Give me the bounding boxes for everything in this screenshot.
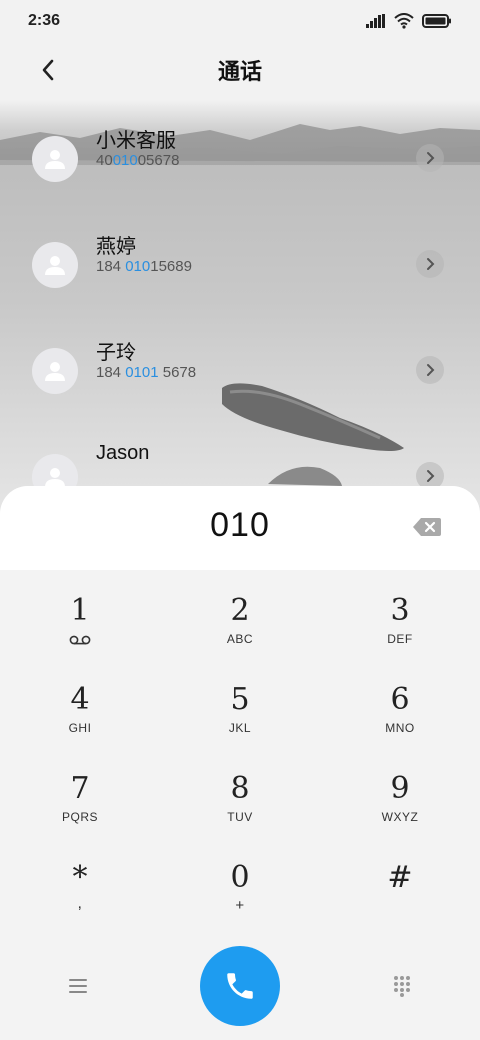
- key-digit: 9: [390, 771, 410, 806]
- key-6[interactable]: 6 MNO: [340, 683, 460, 763]
- key-digit: 3: [390, 593, 410, 628]
- key-digit: 4: [70, 682, 90, 717]
- key-letters: MNO: [385, 721, 415, 735]
- contact-number: 184 01015689: [96, 258, 192, 275]
- chevron-right-icon: [427, 258, 435, 270]
- key-4[interactable]: 4 GHI: [20, 683, 140, 763]
- key-9[interactable]: 9 WXYZ: [340, 772, 460, 852]
- key-3[interactable]: 3 DEF: [340, 594, 460, 674]
- key-letters: WXYZ: [381, 810, 419, 824]
- menu-icon: [69, 979, 87, 993]
- key-digit: 6: [390, 682, 410, 717]
- key-letters: DEF: [387, 632, 413, 646]
- key-letters: ABC: [226, 632, 254, 646]
- chevron-right-icon: [427, 364, 435, 376]
- contact-detail-button[interactable]: [416, 250, 444, 278]
- key-2[interactable]: 2 ABC: [180, 594, 300, 674]
- back-chevron-icon: [42, 59, 54, 81]
- key-letters: +: [235, 897, 245, 914]
- status-time: 2:36: [28, 12, 61, 29]
- number-display: 010: [0, 486, 480, 570]
- person-icon: [45, 256, 65, 275]
- contact-item[interactable]: 子玲 184 0101 5678: [0, 340, 480, 438]
- contact-name: 小米客服: [96, 128, 176, 152]
- person-icon: [45, 468, 65, 487]
- key-star[interactable]: * ,: [20, 861, 140, 941]
- status-icons: [366, 13, 452, 29]
- back-button[interactable]: [30, 54, 66, 86]
- keypad-icon: [394, 976, 410, 997]
- phone-icon: [227, 973, 253, 999]
- backspace-icon: [413, 518, 441, 536]
- key-digit: 5: [230, 682, 250, 717]
- key-letters: PQRS: [61, 810, 98, 824]
- key-digit: 2: [230, 593, 250, 628]
- key-letters: GHI: [68, 721, 92, 735]
- wifi-icon: [394, 13, 414, 29]
- delete-button[interactable]: [412, 516, 442, 538]
- chevron-right-icon: [427, 152, 435, 164]
- key-1[interactable]: 1: [20, 594, 140, 674]
- contact-number: 184 0101 5678: [96, 364, 197, 381]
- key-digit: 0: [230, 860, 250, 895]
- contact-name: 子玲: [96, 340, 136, 364]
- person-icon: [45, 150, 65, 169]
- contact-item[interactable]: 燕婷 184 01015689: [0, 234, 480, 332]
- contact-name: 燕婷: [96, 234, 136, 258]
- key-8[interactable]: 8 TUV: [180, 772, 300, 852]
- person-icon: [45, 362, 65, 381]
- menu-button[interactable]: [60, 970, 96, 1002]
- contact-item[interactable]: 小米客服 4001005678: [0, 128, 480, 226]
- battery-icon: [422, 14, 451, 28]
- key-0[interactable]: 0 +: [180, 861, 300, 941]
- key-digit: *: [72, 860, 88, 895]
- contact-name: Jason: [96, 442, 150, 464]
- contact-number: 4001005678: [96, 152, 180, 169]
- keypad-toggle-button[interactable]: [384, 968, 420, 1004]
- key-7[interactable]: 7 PQRS: [20, 772, 140, 852]
- contact-detail-button[interactable]: [416, 144, 444, 172]
- avatar: [32, 348, 78, 394]
- key-letters: TUV: [227, 810, 253, 824]
- key-hash[interactable]: #: [340, 861, 460, 941]
- signal-icon: [366, 14, 385, 28]
- key-digit: 8: [230, 771, 250, 806]
- call-button[interactable]: [200, 946, 280, 1026]
- avatar: [32, 136, 78, 182]
- typed-number: 010: [210, 506, 270, 544]
- voicemail-icon: [69, 635, 91, 645]
- avatar: [32, 242, 78, 288]
- key-digit: 1: [70, 593, 90, 628]
- status-bar: 2:36: [0, 0, 480, 42]
- contact-detail-button[interactable]: [416, 356, 444, 384]
- header: 通话: [0, 46, 480, 94]
- chevron-right-icon: [427, 470, 435, 482]
- key-letters: ,: [77, 895, 83, 912]
- page-title: 通话: [217, 60, 262, 85]
- key-digit: 7: [70, 771, 90, 806]
- key-5[interactable]: 5 JKL: [180, 683, 300, 763]
- key-letters: JKL: [228, 721, 252, 735]
- key-digit: #: [387, 860, 413, 895]
